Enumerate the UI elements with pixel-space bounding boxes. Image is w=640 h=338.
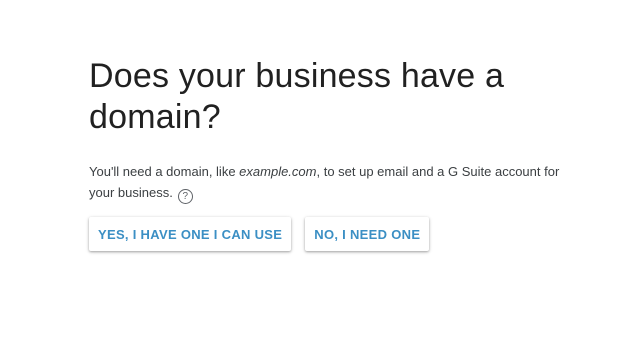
example-domain: example.com (239, 164, 317, 179)
description-text-before: You'll need a domain, like (89, 164, 240, 179)
page-title: Does your business have a domain? (89, 57, 505, 136)
no-need-domain-button[interactable]: NO, I NEED ONE (305, 217, 430, 251)
yes-have-domain-button[interactable]: YES, I HAVE ONE I CAN USE (89, 217, 292, 251)
answer-buttons: YES, I HAVE ONE I CAN USE NO, I NEED ONE (89, 217, 589, 251)
domain-question-panel: Does your business have a domain? You'll… (89, 56, 589, 251)
description-text: You'll need a domain, like example.com, … (89, 161, 569, 204)
help-circle-icon[interactable]: ? (177, 189, 193, 204)
